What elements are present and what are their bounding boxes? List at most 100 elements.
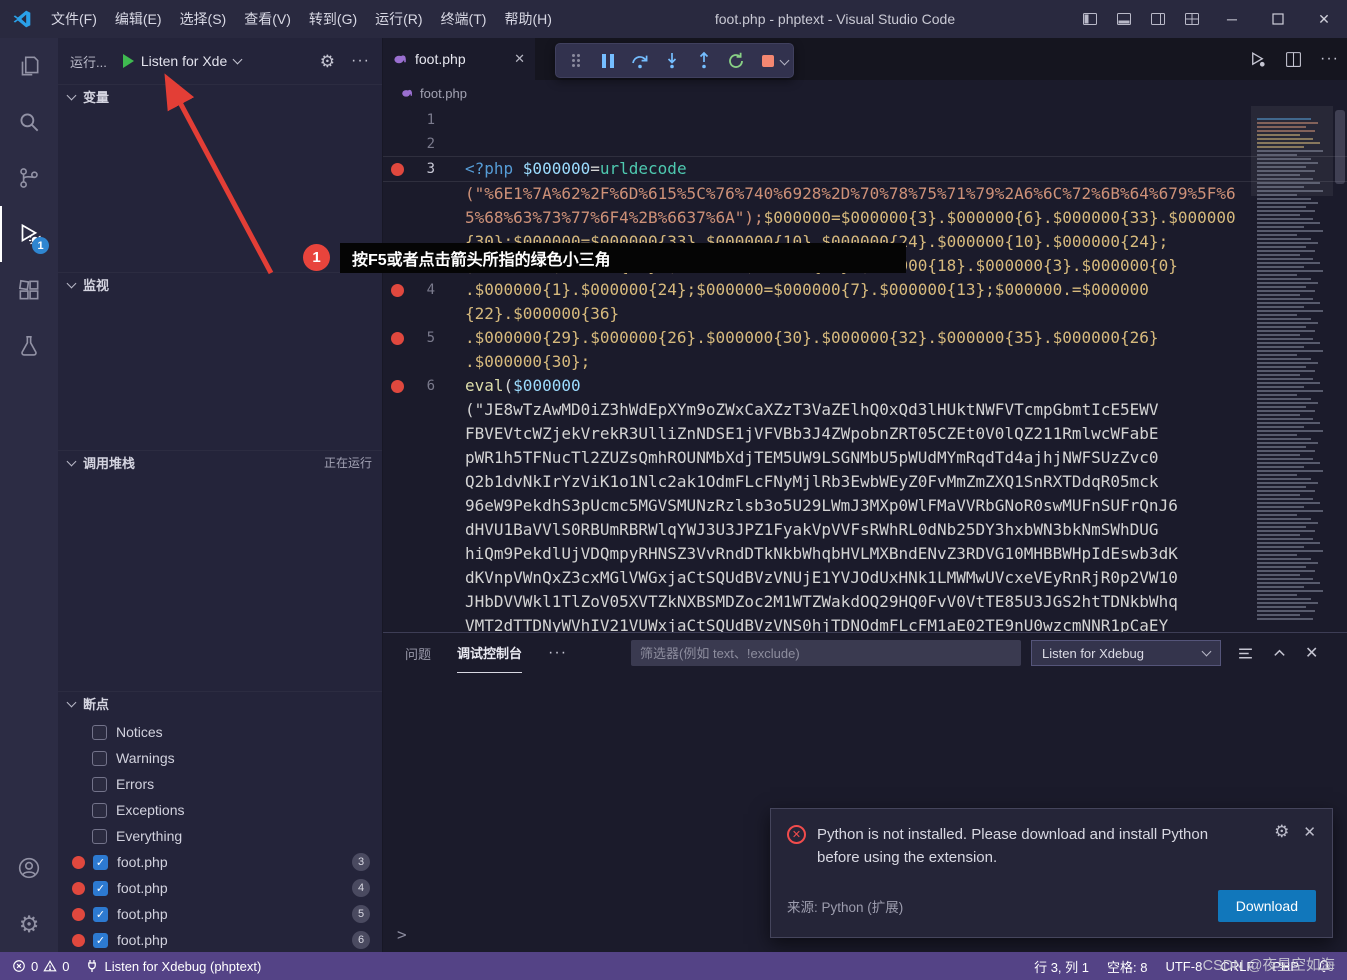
more-actions-icon[interactable]: ···	[1320, 50, 1339, 68]
breakpoint-dot-icon[interactable]	[391, 163, 404, 176]
menu-file[interactable]: 文件(F)	[42, 4, 106, 34]
debug-run-icon[interactable]	[1248, 50, 1267, 69]
checkbox-checked[interactable]: ✓	[93, 854, 108, 870]
checkbox-checked[interactable]: ✓	[93, 932, 108, 948]
toggle-sidebar-icon[interactable]	[1073, 0, 1107, 38]
gutter[interactable]	[383, 446, 465, 470]
split-editor-icon[interactable]	[1285, 51, 1302, 68]
breakpoint-filter-row[interactable]: Everything	[58, 823, 382, 849]
gutter[interactable]: 6	[383, 374, 465, 398]
gutter[interactable]: 3	[383, 157, 465, 181]
encoding[interactable]: UTF-8	[1159, 959, 1208, 974]
breakpoint-filter-row[interactable]: Notices	[58, 719, 382, 745]
gutter[interactable]	[383, 422, 465, 446]
gutter[interactable]	[383, 470, 465, 494]
notification-settings-icon[interactable]: ⚙	[1274, 823, 1289, 870]
menu-view[interactable]: 查看(V)	[235, 4, 300, 34]
more-tabs-icon[interactable]: ···	[548, 644, 567, 662]
sidebar-item-explorer[interactable]	[0, 38, 58, 94]
gutter[interactable]	[383, 566, 465, 590]
breadcrumb-item[interactable]: foot.php	[420, 86, 467, 101]
breakpoint-row[interactable]: ✓ foot.php 6	[58, 927, 382, 952]
sidebar-item-testing[interactable]	[0, 318, 58, 374]
toggle-panel-icon[interactable]	[1107, 0, 1141, 38]
breakpoint-row[interactable]: ✓ foot.php 4	[58, 875, 382, 901]
tab-foot-php[interactable]: foot.php ✕	[383, 38, 535, 80]
gutter[interactable]	[383, 182, 465, 206]
checkbox-unchecked[interactable]	[92, 802, 107, 818]
breakpoint-filter-row[interactable]: Warnings	[58, 745, 382, 771]
sidebar-item-extensions[interactable]	[0, 262, 58, 318]
checkbox-checked[interactable]: ✓	[93, 906, 108, 922]
notifications-bell-icon[interactable]	[1311, 959, 1337, 973]
restart-icon[interactable]	[721, 46, 750, 75]
download-button[interactable]: Download	[1217, 889, 1316, 922]
close-tab-icon[interactable]: ✕	[514, 51, 525, 67]
stop-icon[interactable]	[753, 46, 782, 75]
checkbox-unchecked[interactable]	[92, 750, 107, 766]
step-over-icon[interactable]	[625, 46, 654, 75]
close-panel-icon[interactable]: ✕	[1305, 643, 1318, 663]
gutter[interactable]: 1	[383, 108, 465, 132]
gutter[interactable]	[383, 206, 465, 230]
more-actions-icon[interactable]: ···	[351, 52, 370, 70]
configure-gear-icon[interactable]: ⚙	[320, 53, 335, 70]
toolbar-drag-handle[interactable]	[561, 46, 590, 75]
maximize-button[interactable]	[1255, 0, 1301, 38]
cursor-position[interactable]: 行 3, 列 1	[1028, 957, 1095, 976]
problems-status[interactable]: 0 0	[6, 959, 75, 974]
maximize-panel-icon[interactable]	[1272, 646, 1287, 661]
close-window-button[interactable]: ✕	[1301, 0, 1347, 38]
clear-console-icon[interactable]	[1237, 645, 1254, 662]
breakpoint-filter-row[interactable]: Exceptions	[58, 797, 382, 823]
gutter[interactable]	[383, 398, 465, 422]
checkbox-unchecked[interactable]	[92, 776, 107, 792]
section-call-stack[interactable]: 调用堆栈 正在运行	[58, 450, 382, 474]
indentation[interactable]: 空格: 8	[1101, 957, 1153, 976]
breakpoint-dot-icon[interactable]	[391, 284, 404, 297]
gutter[interactable]	[383, 350, 465, 374]
settings-button[interactable]: ⚙	[0, 896, 58, 952]
gutter[interactable]	[383, 302, 465, 326]
close-notification-icon[interactable]: ✕	[1303, 823, 1316, 870]
section-watch[interactable]: 监视	[58, 272, 382, 296]
minimap[interactable]	[1251, 106, 1347, 632]
chevron-down-icon[interactable]	[232, 54, 243, 64]
menu-edit[interactable]: 编辑(E)	[106, 4, 171, 34]
menu-run[interactable]: 运行(R)	[366, 4, 431, 34]
code-area[interactable]: 1 2 3 <?php $000000=urldecode ("%6E1%7A%62%2…	[383, 106, 1347, 632]
language-mode[interactable]: PHP	[1266, 959, 1305, 974]
minimize-button[interactable]: ─	[1209, 0, 1255, 38]
gutter[interactable]	[383, 542, 465, 566]
pause-icon[interactable]	[593, 46, 622, 75]
debug-session-status[interactable]: Listen for Xdebug (phptext)	[79, 959, 267, 974]
step-into-icon[interactable]	[657, 46, 686, 75]
menu-goto[interactable]: 转到(G)	[300, 4, 366, 34]
section-variables[interactable]: 变量	[58, 84, 382, 108]
gutter[interactable]: 5	[383, 326, 465, 350]
scrollbar-thumb[interactable]	[1335, 110, 1345, 184]
tab-problems[interactable]: 问题	[405, 633, 431, 673]
console-filter-input[interactable]	[631, 640, 1022, 666]
notification-source[interactable]: 来源: Python (扩展)	[787, 896, 903, 916]
step-out-icon[interactable]	[689, 46, 718, 75]
account-button[interactable]	[0, 840, 58, 896]
menu-terminal[interactable]: 终端(T)	[432, 4, 496, 34]
start-debugging-icon[interactable]	[122, 54, 134, 68]
gutter[interactable]	[383, 494, 465, 518]
gutter[interactable]	[383, 590, 465, 614]
sidebar-item-search[interactable]	[0, 94, 58, 150]
toggle-secondary-sidebar-icon[interactable]	[1141, 0, 1175, 38]
tab-debug-console[interactable]: 调试控制台	[457, 633, 523, 673]
debug-session-dropdown[interactable]: Listen for Xdebug	[1031, 640, 1222, 666]
breakpoint-dot-icon[interactable]	[391, 380, 404, 393]
launch-config-dropdown[interactable]: Listen for Xde	[141, 53, 227, 69]
breadcrumb[interactable]: foot.php	[383, 80, 1347, 106]
breakpoint-dot-icon[interactable]	[391, 332, 404, 345]
menu-selection[interactable]: 选择(S)	[171, 4, 236, 34]
menu-help[interactable]: 帮助(H)	[495, 4, 560, 34]
customize-layout-icon[interactable]	[1175, 0, 1209, 38]
breakpoint-row[interactable]: ✓ foot.php 5	[58, 901, 382, 927]
sidebar-item-source-control[interactable]	[0, 150, 58, 206]
sidebar-item-run-debug[interactable]: 1	[0, 206, 58, 262]
